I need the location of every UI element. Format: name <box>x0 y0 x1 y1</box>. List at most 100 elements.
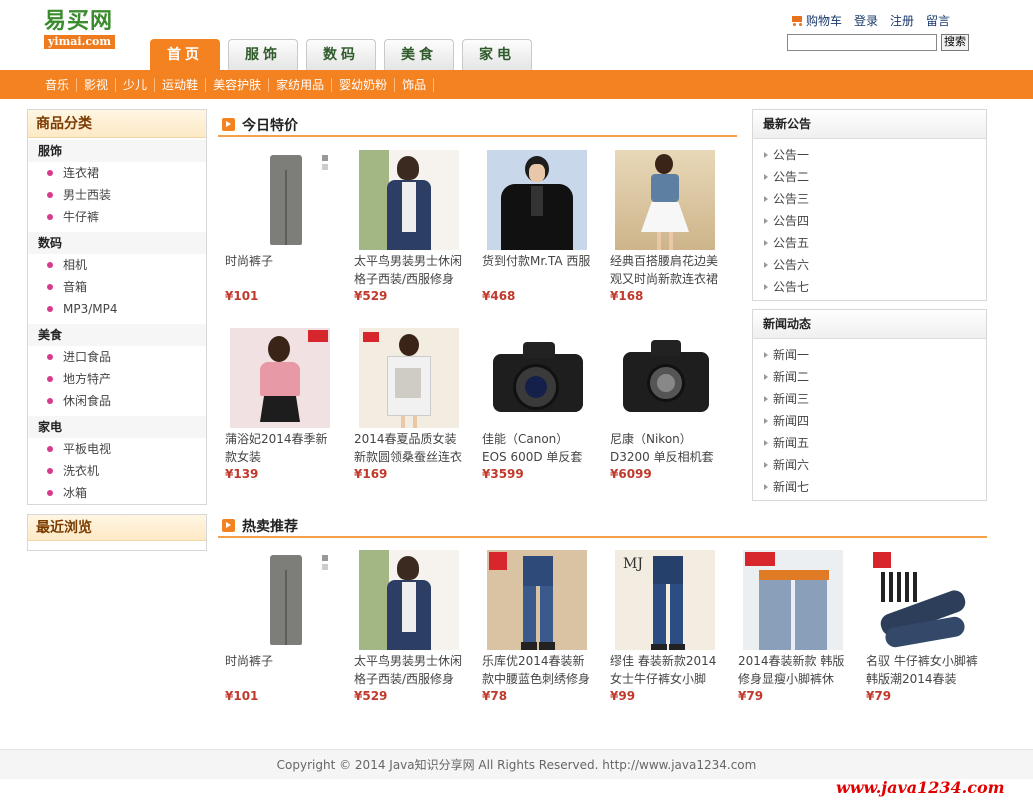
cart-icon <box>790 15 804 26</box>
category-item[interactable]: 牛仔裤 <box>28 206 206 228</box>
product-image[interactable] <box>871 550 971 650</box>
subnav-item[interactable]: 饰品 <box>395 77 435 92</box>
category-item[interactable]: 进口食品 <box>28 346 206 368</box>
hot-section-header: 热卖推荐 <box>218 512 987 538</box>
product-image[interactable] <box>230 328 330 428</box>
product-image[interactable] <box>487 150 587 250</box>
product-image[interactable] <box>230 550 330 650</box>
product-name[interactable]: 货到付款Mr.TA 西服 <box>482 252 594 288</box>
news-item[interactable]: 新闻七 <box>753 476 986 498</box>
category-item[interactable]: 洗衣机 <box>28 460 206 482</box>
product-name[interactable]: 名驭 牛仔裤女小脚裤韩版潮2014春装 <box>866 652 978 688</box>
notice-item[interactable]: 公告一 <box>753 144 986 166</box>
product-card[interactable]: 货到付款Mr.TA 西服 ¥468 <box>482 150 594 304</box>
category-item[interactable]: 平板电视 <box>28 438 206 460</box>
category-item[interactable]: 冰箱 <box>28 482 206 504</box>
tab-appliance[interactable]: 家电 <box>462 39 532 70</box>
category-item[interactable]: 地方特产 <box>28 368 206 390</box>
category-item[interactable]: 音箱 <box>28 276 206 298</box>
product-name[interactable]: 佳能（Canon） EOS 600D 单反套机 <box>482 430 594 466</box>
notice-item[interactable]: 公告三 <box>753 188 986 210</box>
notice-item[interactable]: 公告七 <box>753 276 986 298</box>
search-input[interactable] <box>787 34 937 51</box>
category-item[interactable]: 连衣裙 <box>28 162 206 184</box>
category-heading[interactable]: 服饰 <box>28 140 206 162</box>
product-image[interactable] <box>359 328 459 428</box>
subnav-item[interactable]: 家纺用品 <box>269 77 333 92</box>
product-card[interactable]: 2014春装新款 韩版修身显瘦小脚裤休 ¥79 <box>738 550 850 704</box>
tab-clothing[interactable]: 服饰 <box>228 39 298 70</box>
product-card[interactable]: MJ 缪佳 春装新款2014女士牛仔裤女小脚 ¥99 <box>610 550 722 704</box>
product-name[interactable]: 乐库优2014春装新款中腰蓝色刺绣修身 <box>482 652 594 688</box>
product-name[interactable]: 太平鸟男装男士休闲格子西装/西服修身 <box>354 652 466 688</box>
product-card[interactable]: 蒲浴妃2014春季新款女装 ¥139 <box>225 328 337 482</box>
product-name[interactable]: 经典百搭腰肩花边美观又时尚新款连衣裙 <box>610 252 722 288</box>
category-item[interactable]: 休闲食品 <box>28 390 206 412</box>
subnav-item[interactable]: 婴幼奶粉 <box>332 77 396 92</box>
product-card[interactable]: 太平鸟男装男士休闲格子西装/西服修身 ¥529 <box>354 550 466 704</box>
category-group: 美食 进口食品 地方特产 休闲食品 <box>28 324 206 414</box>
subnav-item[interactable]: 音乐 <box>38 77 78 92</box>
product-image[interactable] <box>359 550 459 650</box>
product-name[interactable]: 时尚裤子 <box>225 252 337 288</box>
category-item[interactable]: 相机 <box>28 254 206 276</box>
news-item[interactable]: 新闻二 <box>753 366 986 388</box>
product-name[interactable]: 缪佳 春装新款2014女士牛仔裤女小脚 <box>610 652 722 688</box>
notice-item[interactable]: 公告六 <box>753 254 986 276</box>
product-image[interactable] <box>487 328 587 428</box>
category-heading[interactable]: 家电 <box>28 416 206 438</box>
product-name[interactable]: 2014春装新款 韩版修身显瘦小脚裤休 <box>738 652 850 688</box>
product-card[interactable]: 尼康（Nikon） D3200 单反相机套机 ¥6099 <box>610 328 722 482</box>
product-price: ¥3599 <box>482 467 524 481</box>
product-card[interactable]: 2014春夏品质女装新款圆领桑蚕丝连衣 ¥169 <box>354 328 466 482</box>
product-card[interactable]: 经典百搭腰肩花边美观又时尚新款连衣裙 ¥168 <box>610 150 722 304</box>
product-card[interactable]: 太平鸟男装男士休闲格子西装/西服修身 ¥529 <box>354 150 466 304</box>
tab-digital[interactable]: 数码 <box>306 39 376 70</box>
subnav-item[interactable]: 运动鞋 <box>155 77 207 92</box>
subnav-item[interactable]: 美容护肤 <box>206 77 270 92</box>
tab-home[interactable]: 首页 <box>150 39 220 71</box>
product-card[interactable]: 时尚裤子 ¥101 <box>225 150 337 304</box>
notice-item[interactable]: 公告四 <box>753 210 986 232</box>
category-item[interactable]: 男士西装 <box>28 184 206 206</box>
product-image[interactable] <box>230 150 330 250</box>
product-image[interactable] <box>615 150 715 250</box>
product-image[interactable] <box>359 150 459 250</box>
message-link[interactable]: 留言 <box>926 12 950 29</box>
news-item[interactable]: 新闻一 <box>753 344 986 366</box>
news-item[interactable]: 新闻三 <box>753 388 986 410</box>
product-name[interactable]: 太平鸟男装男士休闲格子西装/西服修身 <box>354 252 466 288</box>
product-name[interactable]: 时尚裤子 <box>225 652 337 688</box>
subnav-item[interactable]: 少儿 <box>116 77 156 92</box>
product-name[interactable]: 2014春夏品质女装新款圆领桑蚕丝连衣 <box>354 430 466 466</box>
subnav-item[interactable]: 影视 <box>77 77 117 92</box>
product-price: ¥99 <box>610 689 636 703</box>
product-name[interactable]: 蒲浴妃2014春季新款女装 <box>225 430 337 466</box>
site-logo[interactable]: 易买网 yimai.com <box>44 8 132 50</box>
product-card[interactable]: 乐库优2014春装新款中腰蓝色刺绣修身 ¥78 <box>482 550 594 704</box>
category-heading[interactable]: 数码 <box>28 232 206 254</box>
news-item[interactable]: 新闻六 <box>753 454 986 476</box>
search-button[interactable]: 搜索 <box>941 34 969 51</box>
notice-list: 公告一 公告二 公告三 公告四 公告五 公告六 公告七 <box>753 139 986 298</box>
product-card[interactable]: 时尚裤子 ¥101 <box>225 550 337 704</box>
product-card[interactable]: 名驭 牛仔裤女小脚裤韩版潮2014春装 ¥79 <box>866 550 978 704</box>
top-links: 购物车 登录 注册 留言 <box>790 12 950 29</box>
cart-link[interactable]: 购物车 <box>790 12 842 29</box>
notice-item[interactable]: 公告五 <box>753 232 986 254</box>
product-card[interactable]: 佳能（Canon） EOS 600D 单反套机 ¥3599 <box>482 328 594 482</box>
tab-food[interactable]: 美食 <box>384 39 454 70</box>
news-item[interactable]: 新闻四 <box>753 410 986 432</box>
product-image[interactable]: MJ <box>615 550 715 650</box>
category-item[interactable]: MP3/MP4 <box>28 298 206 320</box>
product-image[interactable] <box>615 328 715 428</box>
register-link[interactable]: 注册 <box>890 12 914 29</box>
product-name[interactable]: 尼康（Nikon） D3200 单反相机套机 <box>610 430 722 466</box>
product-image[interactable] <box>487 550 587 650</box>
login-link[interactable]: 登录 <box>854 12 878 29</box>
category-heading[interactable]: 美食 <box>28 324 206 346</box>
notice-item[interactable]: 公告二 <box>753 166 986 188</box>
news-item[interactable]: 新闻五 <box>753 432 986 454</box>
product-image[interactable] <box>743 550 843 650</box>
footer: Copyright © 2014 Java知识分享网 All Rights Re… <box>0 749 1033 779</box>
